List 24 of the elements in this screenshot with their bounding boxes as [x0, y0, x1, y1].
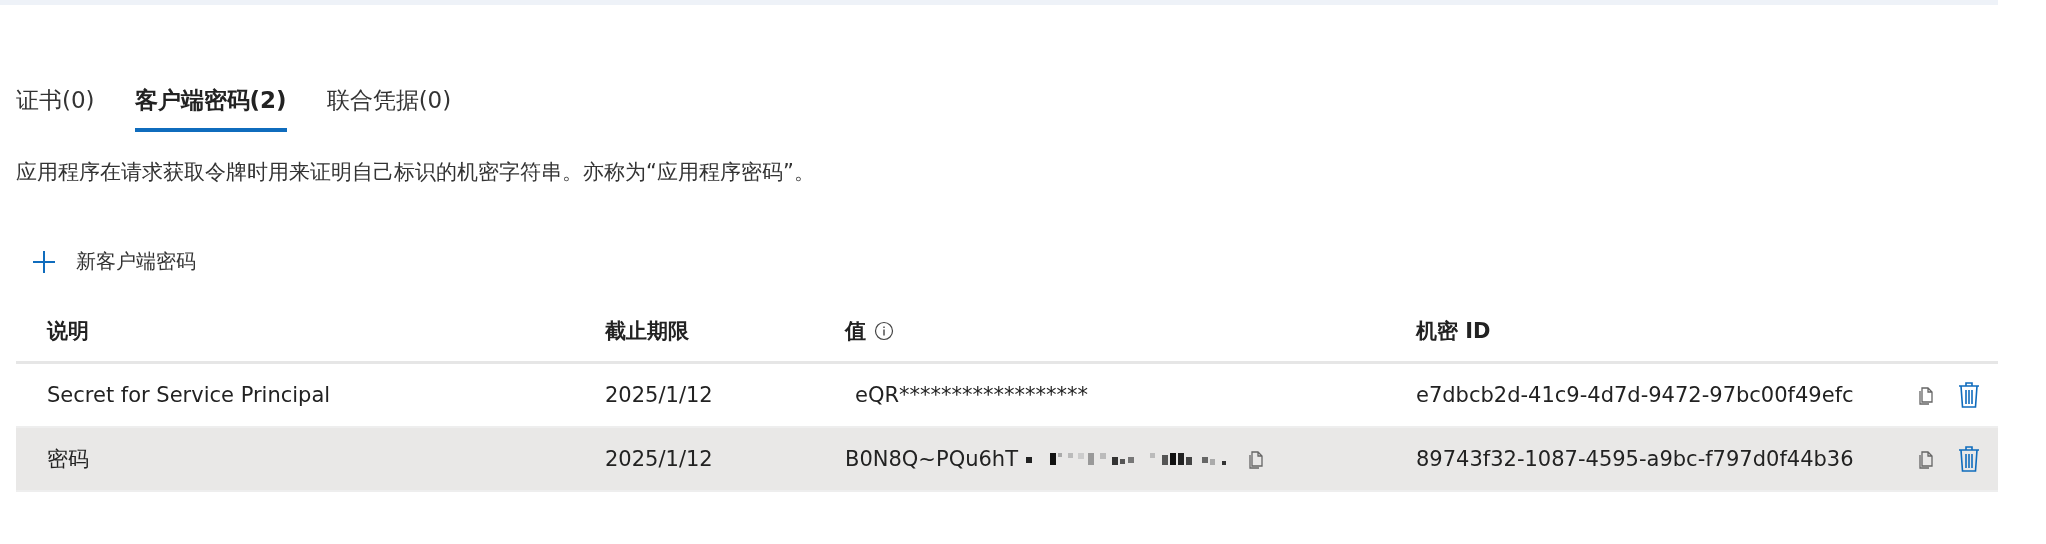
- copy-button[interactable]: [1916, 449, 1936, 469]
- new-secret-button[interactable]: 新客户端密码: [16, 248, 196, 275]
- table-cell: eQR******************: [855, 383, 1089, 407]
- table-cell: 89743f32-1087-4595-a9bc-f797d0f44b36: [1416, 447, 1854, 471]
- plus-icon: [32, 249, 56, 274]
- table-cell-text: 密码: [47, 446, 89, 473]
- table-cell: Secret for Service Principal: [47, 383, 331, 407]
- tab[interactable]: 客户端密码(2): [134, 81, 287, 132]
- copy-button[interactable]: [1916, 385, 1936, 405]
- delete-button[interactable]: [1958, 381, 1980, 409]
- column-header: 值: [845, 318, 866, 345]
- description-text: 应用程序在请求获取令牌时用来证明自己标识的机密字符串。亦称为“应用程序密码”。: [16, 159, 816, 186]
- info-icon: [874, 321, 894, 341]
- table-cell: B0N8Q~PQu6hT: [845, 447, 1018, 471]
- table-cell: 2025/1/12: [605, 383, 713, 407]
- tab[interactable]: 联合凭据(0): [326, 81, 452, 132]
- table-cell: e7dbcb2d-41c9-4d7d-9472-97bc00f49efc: [1416, 383, 1854, 407]
- delete-button[interactable]: [1958, 445, 1980, 473]
- table-cell: 2025/1/12: [605, 447, 713, 471]
- column-header: 截止期限: [605, 318, 689, 345]
- table-row[interactable]: 密码 2025/1/12 B0N8Q~PQu6hT 89743f32-1087-4595-a9bc-f797d0f44b36: [16, 428, 1998, 492]
- column-header: 机密 ID: [1416, 318, 1491, 345]
- tab[interactable]: 证书(0): [16, 81, 95, 132]
- column-header: 说明: [47, 318, 89, 345]
